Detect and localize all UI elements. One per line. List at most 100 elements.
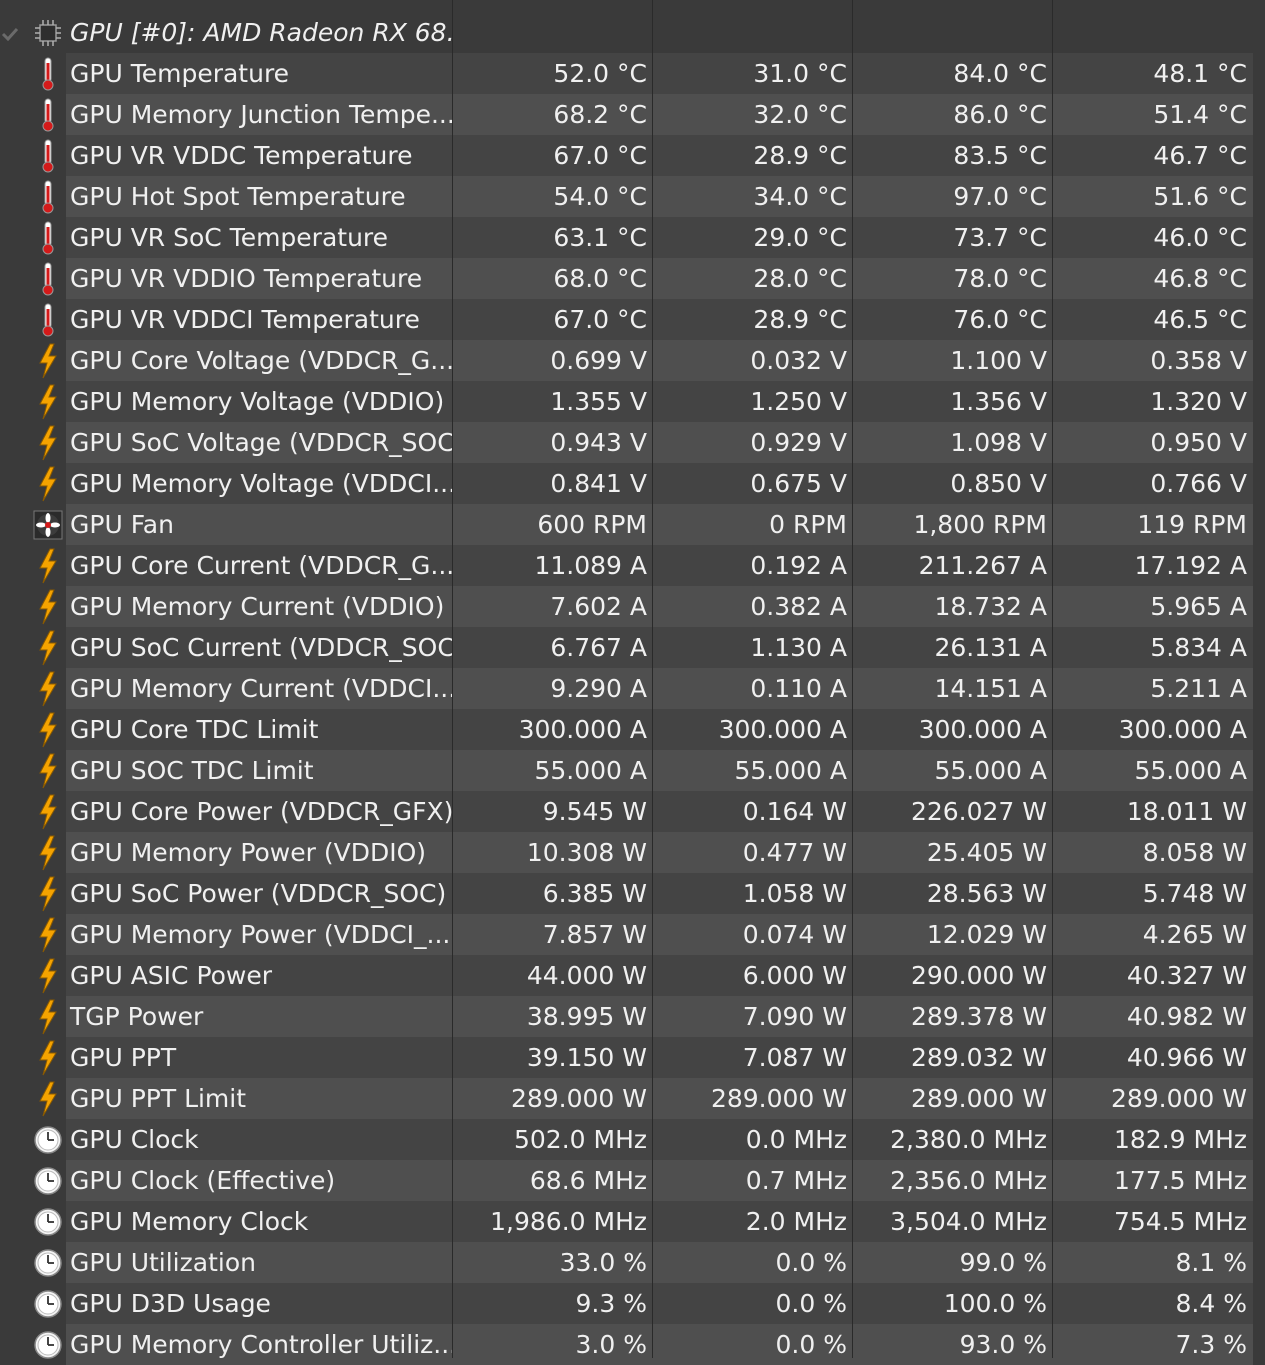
sensor-row[interactable]: GPU Memory Controller Utiliz... 3.0 % 0.0 …	[0, 1324, 1265, 1365]
sensor-value-max: 300.000 A	[853, 709, 1053, 750]
clock-icon	[30, 1201, 66, 1242]
sensor-row[interactable]: GPU PPT Limit 289.000 W 289.000 W 289.000 W…	[0, 1078, 1265, 1119]
sensor-row[interactable]: GPU Memory Voltage (VDDCI... 0.841 V 0.675…	[0, 463, 1265, 504]
sensor-row[interactable]: GPU Hot Spot Temperature 54.0 °C 34.0 °C 97…	[0, 176, 1265, 217]
thermometer-icon	[30, 176, 66, 217]
sensor-label: TGP Power	[66, 996, 456, 1037]
lightning-icon	[30, 832, 66, 873]
sensor-value-avg: 5.965 A	[1053, 586, 1253, 627]
lightning-icon	[30, 463, 66, 504]
sensor-value-max: 1.100 V	[853, 340, 1053, 381]
lightning-icon	[30, 586, 66, 627]
sensor-row[interactable]: GPU Utilization 33.0 % 0.0 % 99.0 % 8.1 %	[0, 1242, 1265, 1283]
sensor-row[interactable]: GPU SOC TDC Limit 55.000 A 55.000 A 55.000 …	[0, 750, 1265, 791]
sensor-value-max: 211.267 A	[853, 545, 1053, 586]
sensor-value-max: 226.027 W	[853, 791, 1053, 832]
row-gutter	[0, 217, 30, 258]
sensor-value-avg: 46.7 °C	[1053, 135, 1253, 176]
sensor-value-current: 9.3 %	[453, 1283, 653, 1324]
sensor-value-min: 0 RPM	[653, 504, 853, 545]
sensor-label: GPU Hot Spot Temperature	[66, 176, 456, 217]
sensor-label: GPU PPT	[66, 1037, 456, 1078]
sensor-row[interactable]: GPU Clock 502.0 MHz 0.0 MHz 2,380.0 MHz 182.…	[0, 1119, 1265, 1160]
sensor-row[interactable]: GPU Core Voltage (VDDCR_G... 0.699 V 0.032…	[0, 340, 1265, 381]
lightning-icon	[30, 422, 66, 463]
sensor-value-min: 0.7 MHz	[653, 1160, 853, 1201]
sensor-row[interactable]: GPU SoC Voltage (VDDCR_SOC) 0.943 V 0.929 …	[0, 422, 1265, 463]
sensor-value-min: 6.000 W	[653, 955, 853, 996]
sensor-value-current: 300.000 A	[453, 709, 653, 750]
sensor-value-current: 55.000 A	[453, 750, 653, 791]
sensor-row[interactable]: GPU VR VDDCI Temperature 67.0 °C 28.9 °C 76…	[0, 299, 1265, 340]
sensor-row[interactable]: GPU SoC Current (VDDCR_SOC) 6.767 A 1.130 …	[0, 627, 1265, 668]
sensor-row[interactable]: GPU D3D Usage 9.3 % 0.0 % 100.0 % 8.4 %	[0, 1283, 1265, 1324]
checkmark-collapse-icon[interactable]	[0, 24, 20, 44]
sensor-value-current: 6.767 A	[453, 627, 653, 668]
row-gutter	[0, 1324, 30, 1365]
sensor-value-min: 0.110 A	[653, 668, 853, 709]
row-gutter	[0, 176, 30, 217]
sensor-value-current: 3.0 %	[453, 1324, 653, 1365]
row-gutter	[0, 53, 30, 94]
sensor-row[interactable]: GPU Memory Power (VDDCI_... 7.857 W 0.074 …	[0, 914, 1265, 955]
sensor-value-max: 73.7 °C	[853, 217, 1053, 258]
sensor-row[interactable]: GPU Temperature 52.0 °C 31.0 °C 84.0 °C 48.1…	[0, 53, 1265, 94]
sensor-label: GPU Memory Controller Utiliz...	[66, 1324, 456, 1365]
sensor-value-avg: 46.8 °C	[1053, 258, 1253, 299]
group-header-row[interactable]: GPU [#0]: AMD Radeon RX 68...	[0, 12, 1265, 53]
sensor-value-avg: 51.6 °C	[1053, 176, 1253, 217]
sensor-row[interactable]: GPU Memory Junction Tempe... 68.2 °C 32.0 …	[0, 94, 1265, 135]
sensor-row[interactable]: GPU PPT 39.150 W 7.087 W 289.032 W 40.966 W	[0, 1037, 1265, 1078]
lightning-icon	[30, 627, 66, 668]
sensor-row[interactable]: TGP Power 38.995 W 7.090 W 289.378 W 40.982 …	[0, 996, 1265, 1037]
row-gutter	[0, 1078, 30, 1119]
sensor-value-min: 32.0 °C	[653, 94, 853, 135]
sensor-row[interactable]: GPU Fan 600 RPM 0 RPM 1,800 RPM 119 RPM	[0, 504, 1265, 545]
thermometer-icon	[30, 258, 66, 299]
sensor-value-current: 7.602 A	[453, 586, 653, 627]
sensor-label: GPU Memory Power (VDDIO)	[66, 832, 456, 873]
sensor-value-current: 68.6 MHz	[453, 1160, 653, 1201]
sensor-row[interactable]: GPU Memory Voltage (VDDIO) 1.355 V 1.250 V…	[0, 381, 1265, 422]
sensor-value-max: 84.0 °C	[853, 53, 1053, 94]
row-gutter	[0, 135, 30, 176]
sensor-row[interactable]: GPU Core Power (VDDCR_GFX) 9.545 W 0.164 W…	[0, 791, 1265, 832]
sensor-value-max: 289.000 W	[853, 1078, 1053, 1119]
sensor-row[interactable]: GPU Memory Power (VDDIO) 10.308 W 0.477 W2…	[0, 832, 1265, 873]
sensor-value-current: 38.995 W	[453, 996, 653, 1037]
row-gutter	[0, 955, 30, 996]
sensor-value-min: 34.0 °C	[653, 176, 853, 217]
sensor-row[interactable]: GPU Memory Current (VDDCI... 9.290 A 0.110…	[0, 668, 1265, 709]
sensor-label: GPU Memory Voltage (VDDIO)	[66, 381, 456, 422]
sensor-value-max: 28.563 W	[853, 873, 1053, 914]
sensor-value-avg: 0.950 V	[1053, 422, 1253, 463]
sensor-label: GPU Memory Current (VDDCI...	[66, 668, 456, 709]
lightning-icon	[30, 955, 66, 996]
sensor-row[interactable]: GPU SoC Power (VDDCR_SOC) 6.385 W 1.058 W2…	[0, 873, 1265, 914]
sensor-row[interactable]: GPU Memory Clock 1,986.0 MHz 2.0 MHz 3,504.…	[0, 1201, 1265, 1242]
sensor-value-avg: 0.358 V	[1053, 340, 1253, 381]
sensor-row[interactable]: GPU Core Current (VDDCR_G... 11.089 A 0.19…	[0, 545, 1265, 586]
sensor-row[interactable]: GPU VR VDDIO Temperature 68.0 °C 28.0 °C 78…	[0, 258, 1265, 299]
sensor-value-current: 68.2 °C	[453, 94, 653, 135]
row-gutter	[0, 1119, 30, 1160]
lightning-icon	[30, 668, 66, 709]
sensor-row[interactable]: GPU VR VDDC Temperature 67.0 °C 28.9 °C 83.…	[0, 135, 1265, 176]
sensor-value-current: 9.545 W	[453, 791, 653, 832]
sensor-value-current: 68.0 °C	[453, 258, 653, 299]
sensor-value-min: 0.074 W	[653, 914, 853, 955]
sensor-value-min: 0.0 MHz	[653, 1119, 853, 1160]
sensor-label: GPU Memory Voltage (VDDCI...	[66, 463, 456, 504]
sensor-value-avg: 7.3 %	[1053, 1324, 1253, 1365]
sensor-value-current: 67.0 °C	[453, 299, 653, 340]
sensor-row[interactable]: GPU Memory Current (VDDIO) 7.602 A 0.382 A…	[0, 586, 1265, 627]
lightning-icon	[30, 750, 66, 791]
sensor-label: GPU D3D Usage	[66, 1283, 456, 1324]
sensor-row[interactable]: GPU Clock (Effective) 68.6 MHz 0.7 MHz 2,35…	[0, 1160, 1265, 1201]
sensor-value-max: 99.0 %	[853, 1242, 1053, 1283]
sensor-value-min: 0.382 A	[653, 586, 853, 627]
sensor-row[interactable]: GPU ASIC Power 44.000 W 6.000 W 290.000 W 40…	[0, 955, 1265, 996]
sensor-row[interactable]: GPU Core TDC Limit 300.000 A 300.000 A 300.…	[0, 709, 1265, 750]
sensor-row[interactable]: GPU VR SoC Temperature 63.1 °C 29.0 °C 73.7…	[0, 217, 1265, 258]
sensor-label: GPU Memory Junction Tempe...	[66, 94, 456, 135]
